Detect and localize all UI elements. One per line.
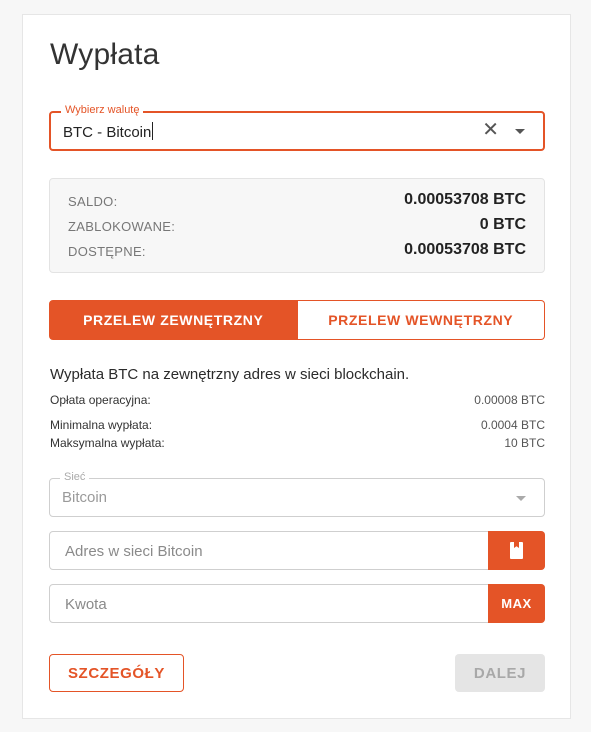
page-title: Wypłata	[50, 38, 160, 71]
balance-value: 0.00053708 BTC	[404, 191, 526, 208]
info-value: 10 BTC	[504, 436, 545, 450]
info-row-fee: Opłata operacyjna: 0.00008 BTC	[50, 393, 545, 409]
details-button[interactable]: SZCZEGÓŁY	[49, 654, 184, 692]
transfer-tabs: PRZELEW ZEWNĘTRZNY PRZELEW WEWNĘTRZNY	[49, 300, 545, 340]
address-field[interactable]: Adres w sieci Bitcoin	[49, 531, 545, 570]
info-value: 0.0004 BTC	[480, 418, 545, 432]
max-button[interactable]: MAX	[488, 584, 545, 623]
network-select-label: Sieć	[60, 471, 90, 483]
info-label: Minimalna wypłata:	[50, 418, 153, 432]
info-label: Opłata operacyjna:	[50, 393, 151, 407]
tab-internal-transfer[interactable]: PRZELEW WEWNĘTRZNY	[297, 300, 545, 340]
balance-label: DOSTĘPNE:	[68, 244, 146, 259]
close-icon[interactable]: ✕	[482, 120, 499, 140]
currency-select-label: Wybierz walutę	[61, 104, 144, 116]
network-select-value: Bitcoin	[62, 489, 108, 506]
balance-row-available: DOSTĘPNE: 0.00053708 BTC	[68, 241, 526, 261]
chevron-down-icon[interactable]	[516, 496, 526, 501]
info-value: 0.00008 BTC	[474, 393, 545, 407]
currency-select-value[interactable]: BTC - Bitcoin	[63, 122, 154, 141]
transfer-description: Wypłata BTC na zewnętrzny adres w sieci …	[50, 366, 410, 383]
network-select[interactable]: Sieć Bitcoin	[49, 471, 545, 517]
balance-row-saldo: SALDO: 0.00053708 BTC	[68, 191, 526, 211]
currency-select[interactable]: Wybierz walutę BTC - Bitcoin ✕	[49, 104, 545, 151]
balance-value: 0 BTC	[479, 216, 526, 233]
address-book-button[interactable]	[488, 531, 545, 570]
balance-label: ZABLOKOWANE:	[68, 219, 176, 234]
address-input[interactable]: Adres w sieci Bitcoin	[65, 543, 203, 560]
info-row-min: Minimalna wypłata: 0.0004 BTC	[50, 418, 545, 434]
balance-box: SALDO: 0.00053708 BTC ZABLOKOWANE: 0 BTC…	[49, 178, 545, 273]
amount-input[interactable]: Kwota	[65, 596, 107, 613]
next-button[interactable]: DALEJ	[455, 654, 545, 692]
tab-external-transfer[interactable]: PRZELEW ZEWNĘTRZNY	[49, 300, 298, 340]
address-book-icon	[510, 542, 523, 559]
balance-row-blocked: ZABLOKOWANE: 0 BTC	[68, 216, 526, 236]
chevron-down-icon[interactable]	[515, 129, 525, 134]
balance-value: 0.00053708 BTC	[404, 241, 526, 258]
balance-label: SALDO:	[68, 194, 118, 209]
amount-field[interactable]: Kwota MAX	[49, 584, 545, 623]
info-row-max: Maksymalna wypłata: 10 BTC	[50, 436, 545, 452]
info-label: Maksymalna wypłata:	[50, 436, 165, 450]
